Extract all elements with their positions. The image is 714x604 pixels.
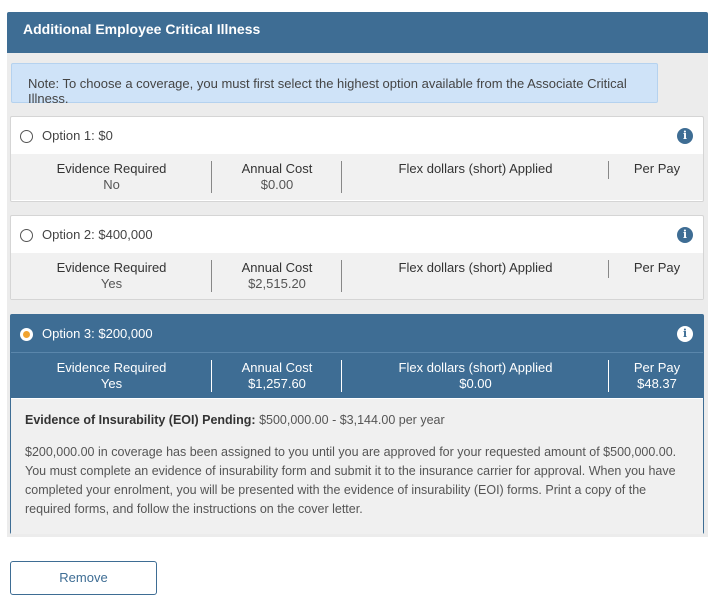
option-details-2: Evidence Required Yes Annual Cost $2,515… [11,253,703,299]
flex-value: $0.00 [459,376,492,391]
per-pay-value: $48.37 [637,376,677,391]
evidence-column: Evidence Required No [11,161,212,193]
flex-column: Flex dollars (short) Applied [342,161,609,177]
evidence-label: Evidence Required [56,161,167,176]
option-header-2[interactable]: Option 2: $400,000 i [11,216,703,253]
option-card-2[interactable]: Option 2: $400,000 i Evidence Required Y… [10,215,704,300]
annual-cost-column: Annual Cost $1,257.60 [212,360,342,392]
option-header-3[interactable]: Option 3: $200,000 i [11,315,703,352]
flex-label: Flex dollars (short) Applied [398,360,553,375]
eoi-message: $200,000.00 in coverage has been assigne… [25,445,677,516]
option-radio-2[interactable] [20,229,33,242]
option-card-3[interactable]: Option 3: $200,000 i Evidence Required Y… [10,314,704,534]
info-icon[interactable]: i [677,128,693,144]
note-text: Note: To choose a coverage, you must fir… [28,76,627,106]
per-pay-column: Per Pay [609,161,705,177]
annual-cost-label: Annual Cost [241,161,313,176]
info-icon[interactable]: i [677,227,693,243]
eoi-pending-label: Evidence of Insurability (EOI) Pending: [25,413,256,427]
flex-column: Flex dollars (short) Applied [342,260,609,276]
option-details-1: Evidence Required No Annual Cost $0.00 F… [11,154,703,200]
option-header-1[interactable]: Option 1: $0 i [11,117,703,154]
option-title-3: Option 3: $200,000 [42,326,153,341]
section-header: Additional Employee Critical Illness [7,12,708,53]
annual-cost-column: Annual Cost $2,515.20 [212,260,342,292]
option-radio-3[interactable] [20,328,33,341]
flex-label: Flex dollars (short) Applied [398,260,553,275]
evidence-column: Evidence Required Yes [11,260,212,292]
evidence-value: No [103,177,120,192]
flex-column: Flex dollars (short) Applied $0.00 [342,360,609,392]
per-pay-label: Per Pay [633,260,681,275]
evidence-value: Yes [100,376,123,391]
eoi-details: Evidence of Insurability (EOI) Pending: … [11,399,703,534]
option-radio-1[interactable] [20,130,33,143]
section-title: Additional Employee Critical Illness [23,21,261,37]
per-pay-label: Per Pay [633,360,681,375]
eoi-pending-line: Evidence of Insurability (EOI) Pending: … [25,413,689,427]
per-pay-column: Per Pay $48.37 [609,360,705,392]
remove-button[interactable]: Remove [10,561,157,595]
option-details-3: Evidence Required Yes Annual Cost $1,257… [11,352,703,398]
info-icon[interactable]: i [677,326,693,342]
option-card-1[interactable]: Option 1: $0 i Evidence Required No Annu… [10,116,704,202]
annual-cost-value: $0.00 [260,177,294,192]
annual-cost-label: Annual Cost [241,360,313,375]
evidence-label: Evidence Required [56,260,167,275]
option-title-2: Option 2: $400,000 [42,227,153,242]
annual-cost-label: Annual Cost [241,260,313,275]
coverage-note: Note: To choose a coverage, you must fir… [11,63,658,106]
annual-cost-value: $1,257.60 [248,376,306,391]
per-pay-label: Per Pay [633,161,681,176]
flex-label: Flex dollars (short) Applied [398,161,553,176]
evidence-label: Evidence Required [56,360,167,375]
annual-cost-value: $2,515.20 [248,276,306,291]
annual-cost-column: Annual Cost $0.00 [212,161,342,193]
eoi-pending-value: $500,000.00 - $3,144.00 per year [259,413,445,427]
option-title-1: Option 1: $0 [42,128,113,143]
evidence-column: Evidence Required Yes [11,360,212,392]
per-pay-column: Per Pay [609,260,705,276]
evidence-value: Yes [100,276,123,291]
